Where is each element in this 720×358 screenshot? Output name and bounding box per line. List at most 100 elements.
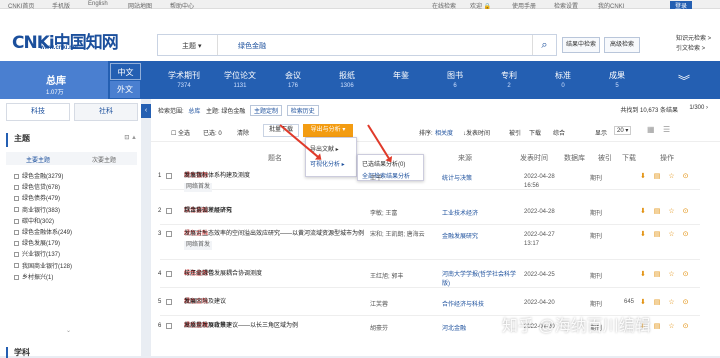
checkbox[interactable]: [14, 241, 19, 247]
col-date[interactable]: 发表时间: [520, 153, 548, 163]
facet-more-icon[interactable]: ⌄: [66, 327, 71, 334]
tab-social[interactable]: 社科: [74, 103, 138, 121]
row-checkbox[interactable]: [166, 208, 172, 214]
nav-item-book[interactable]: 图书 6: [432, 61, 478, 99]
advanced-search-button[interactable]: 高级检索: [604, 37, 640, 53]
row-source[interactable]: 河北金融: [442, 323, 466, 332]
row-checkbox[interactable]: [166, 323, 172, 329]
checkbox[interactable]: [14, 274, 19, 280]
lang-en-tab[interactable]: 外文: [110, 81, 140, 98]
list-view-icon[interactable]: ☰: [663, 125, 670, 134]
nav-item-newspaper[interactable]: 报纸 1306: [324, 61, 370, 99]
row-number: 2: [158, 208, 162, 214]
sort-relevance[interactable]: 相关度: [435, 128, 453, 137]
row-checkbox[interactable]: [166, 173, 172, 179]
row-source[interactable]: 统计与决策: [442, 173, 472, 182]
nav-item-standard[interactable]: 标准 0: [540, 61, 586, 99]
nav-item-label: 学位论文: [224, 71, 256, 80]
row-source[interactable]: 工业技术经济: [442, 208, 478, 217]
row-title[interactable]: 商业银行 绿色金融 发展指标体系构建及测度 网络首发: [184, 172, 369, 192]
checkbox[interactable]: [14, 173, 19, 179]
facet-item[interactable]: 商业银行(383): [14, 206, 134, 217]
display-count-select[interactable]: 20 ▾: [614, 126, 632, 135]
checkbox[interactable]: [14, 263, 19, 269]
checkbox[interactable]: [14, 229, 19, 235]
nav-item-journal[interactable]: 学术期刊 7374: [158, 61, 210, 99]
row-author[interactable]: 李敏; 王富: [370, 208, 397, 217]
facet-item[interactable]: 绿色债券(479): [14, 194, 134, 205]
grid-view-icon[interactable]: ▦: [647, 125, 655, 134]
sort-date[interactable]: ↓发表时间: [463, 128, 490, 137]
row-checkbox[interactable]: [166, 271, 172, 277]
sort-download[interactable]: 下载: [529, 128, 541, 137]
facet-item[interactable]: 乡村振兴(1): [14, 273, 134, 284]
row-source[interactable]: 金融发展研究: [442, 231, 478, 240]
cnki-logo[interactable]: CNKi中国知网 www.cnki.net: [12, 26, 122, 53]
search-field-select[interactable]: 主题 ▾: [158, 35, 218, 55]
row-source[interactable]: 合作经济与科技: [442, 299, 484, 308]
nav-total[interactable]: 总库 1.07万: [0, 61, 108, 99]
facet-item[interactable]: 绿色信贷(678): [14, 183, 134, 194]
row-author[interactable]: 王干: [370, 173, 382, 182]
tab-science[interactable]: 科技: [6, 103, 70, 121]
logo-url: www.cnki.net: [40, 45, 79, 51]
topic-custom-button[interactable]: 主题定制: [250, 105, 283, 116]
facet-item[interactable]: 兴业银行(137): [14, 250, 134, 261]
nav-item-thesis[interactable]: 学位论文 1131: [214, 61, 266, 99]
checkbox[interactable]: [14, 207, 19, 213]
nav-item-achievement[interactable]: 成果 5: [594, 61, 640, 99]
row-ops-icons[interactable]: ⬇ ▤ ☆ ⊙: [640, 172, 691, 180]
nav-item-conference[interactable]: 会议 176: [270, 61, 316, 99]
search-scope-breadcrumb: 检索范围: 总库 主题: 绿色金融 主题定制 检索历史: [158, 105, 319, 116]
facet-collapse-icon[interactable]: ⊡ ▲: [124, 134, 137, 141]
checkbox[interactable]: [14, 252, 19, 258]
row-source[interactable]: 河南大学学报(哲学社会科学版): [442, 271, 518, 289]
checkbox[interactable]: [14, 185, 19, 191]
facet-item[interactable]: 绿色金融体系(249): [14, 228, 134, 239]
row-author[interactable]: 王红旭; 郭丰: [370, 271, 403, 280]
sort-composite[interactable]: 综合: [553, 128, 565, 137]
row-title[interactable]: 绿色金融 发展对生态效率的空间溢出效应研究——以黄河流域资源型城市为例 网络首发: [184, 230, 369, 250]
export-analysis-button[interactable]: 导出与分析 ▾: [303, 124, 353, 137]
lang-zh-tab[interactable]: 中文: [110, 63, 141, 80]
facet-item[interactable]: 碳中和(302): [14, 217, 134, 228]
search-field-label: 主题: [182, 43, 196, 50]
clear-link[interactable]: 清除: [237, 128, 249, 137]
col-cited[interactable]: 被引: [598, 153, 612, 163]
row-checkbox[interactable]: [166, 231, 172, 237]
row-ops-icons[interactable]: ⬇ ▤ ☆ ⊙: [640, 207, 691, 215]
row-date: 2022-04-27 13:17: [524, 232, 555, 247]
nav-item-patent[interactable]: 专利 2: [486, 61, 532, 99]
row-author[interactable]: 胡豪芬: [370, 323, 388, 332]
col-download[interactable]: 下载: [622, 153, 636, 163]
checkbox[interactable]: [14, 196, 19, 202]
row-ops-icons[interactable]: ⬇ ▤ ☆ ⊙: [640, 270, 691, 278]
checkbox[interactable]: [14, 218, 19, 224]
pager[interactable]: 1/300 ›: [689, 105, 708, 111]
row-author[interactable]: 江芙蓉: [370, 299, 388, 308]
row-ops-icons[interactable]: ⬇ ▤ ☆ ⊙: [640, 230, 691, 238]
select-all-checkbox[interactable]: ☐ 全选: [171, 128, 190, 137]
row-ops-icons[interactable]: ⬇ ▤ ☆ ⊙: [640, 298, 691, 306]
sort-cited[interactable]: 被引: [509, 128, 521, 137]
facet-item[interactable]: 绿色发展(179): [14, 239, 134, 250]
row-checkbox[interactable]: [166, 299, 172, 305]
collapse-sidebar-icon[interactable]: ‹: [141, 104, 151, 118]
title-post: 发展现状及政策建议——以长三角区域为例: [184, 323, 299, 329]
title-post: 发展困境及建议: [184, 299, 227, 305]
search-icon[interactable]: ⌕: [532, 35, 556, 55]
result-search-button[interactable]: 结果中检索: [562, 37, 600, 53]
search-history-button[interactable]: 检索历史: [286, 105, 319, 116]
search-input[interactable]: 绿色金融: [238, 41, 266, 51]
facet-tab-main[interactable]: 主要主题: [26, 155, 50, 164]
col-database: 数据库: [564, 155, 585, 162]
citation-search-link[interactable]: 引文检索 >: [676, 44, 711, 54]
facet-item[interactable]: 我国商业银行(128): [14, 262, 134, 273]
nav-expand-icon[interactable]: ︾: [672, 61, 696, 99]
nav-item-yearbook[interactable]: 年鉴: [378, 61, 424, 99]
facet-item[interactable]: 绿色金融(3279): [14, 172, 134, 183]
row-author[interactable]: 宋和; 王凯朗; 唐海云: [370, 231, 426, 240]
facet-tab-sub[interactable]: 次要主题: [92, 155, 116, 164]
knowledge-search-link[interactable]: 知识元检索 >: [676, 34, 711, 44]
link-english[interactable]: English: [88, 1, 108, 7]
